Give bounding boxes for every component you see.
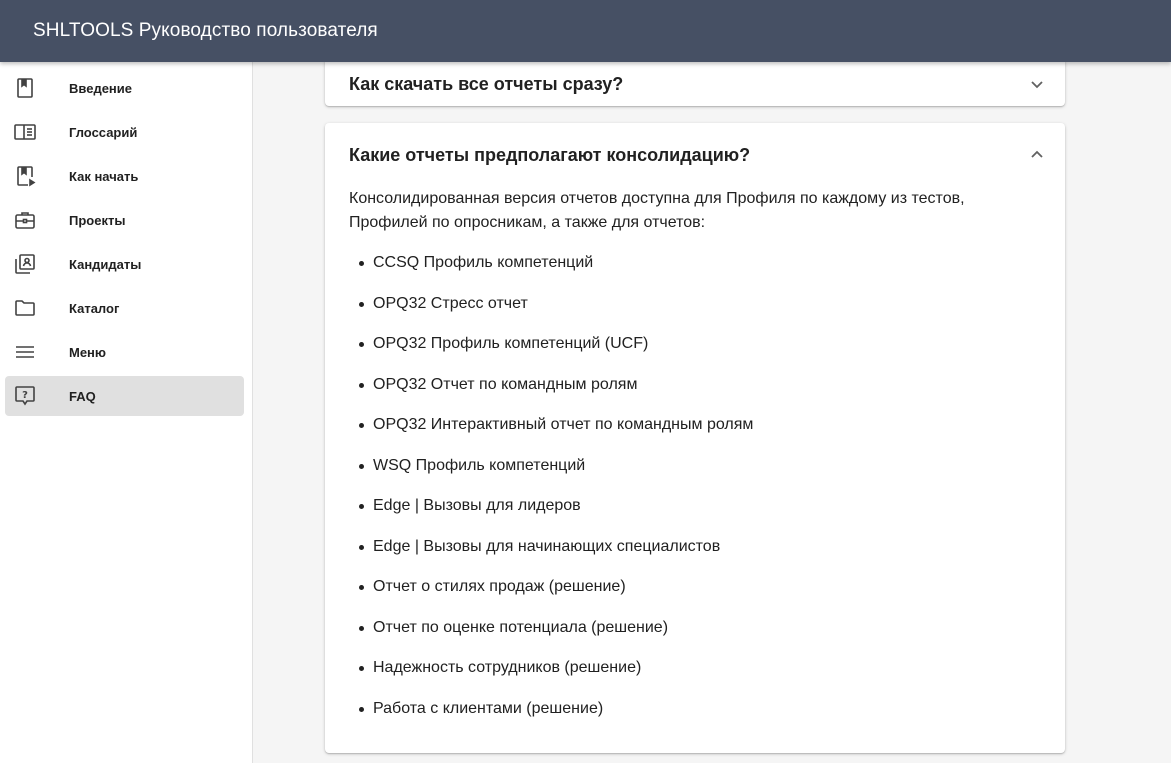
chevron-up-icon[interactable] [1025,143,1049,167]
list-item: OPQ32 Отчет по командным ролям [349,369,1041,410]
folder-icon [13,296,37,320]
faq-answer-intro: Консолидированная версия отчетов доступн… [349,190,965,231]
menu-icon [13,340,37,364]
list-item: CCSQ Профиль компетенций [349,247,1041,288]
report-list: CCSQ Профиль компетенций OPQ32 Стресс от… [349,247,1041,733]
faq-panel-header[interactable]: Какие отчеты предполагают консолидацию? [349,139,1043,171]
sidebar-item-intro[interactable]: Введение [5,68,244,108]
sidebar-item-label: Как начать [69,168,139,184]
list-item: Отчет по оценке потенциала (решение) [349,612,1041,653]
faq-answer: Консолидированная версия отчетов доступн… [349,187,1041,733]
list-item: Надежность сотрудников (решение) [349,652,1041,693]
app-title: SHLTOOLS Руководство пользователя [33,20,378,41]
list-item: WSQ Профиль компетенций [349,450,1041,491]
sidebar-item-label: Каталог [69,300,120,316]
sidebar-item-faq[interactable]: ? FAQ [5,376,244,416]
faq-question: Какие отчеты предполагают консолидацию? [349,144,751,165]
sidebar-item-catalog[interactable]: Каталог [5,288,244,328]
sidebar-item-label: Проекты [69,212,126,228]
list-item: Edge | Вызовы для лидеров [349,490,1041,531]
list-item: OPQ32 Профиль компетенций (UCF) [349,328,1041,369]
sidebar-item-projects[interactable]: Проекты [5,200,244,240]
svg-text:?: ? [22,390,28,401]
faq-panel-header[interactable]: Как скачать все отчеты сразу? [349,68,1043,100]
sidebar-item-label: Меню [69,344,107,360]
faq-content: Как скачать все отчеты сразу? Какие отче… [254,62,1171,763]
faq-question: Как скачать все отчеты сразу? [349,73,624,94]
briefcase-icon [13,208,37,232]
faq-panel-collapsed[interactable]: Как скачать все отчеты сразу? [325,62,1065,106]
sidebar: Введение Глоссарий Как начать Проекты Ка… [0,62,253,763]
list-item: Работа с клиентами (решение) [349,693,1041,734]
sidebar-item-label: Кандидаты [69,256,142,272]
sidebar-item-candidates[interactable]: Кандидаты [5,244,244,284]
chevron-down-icon[interactable] [1025,72,1049,96]
contacts-icon [13,252,37,276]
sidebar-item-label: Введение [69,80,132,96]
glossary-icon [13,120,37,144]
sidebar-item-glossary[interactable]: Глоссарий [5,112,244,152]
list-item: Edge | Вызовы для начинающих специалисто… [349,531,1041,572]
faq-icon: ? [13,384,37,408]
sidebar-item-getting-started[interactable]: Как начать [5,156,244,196]
faq-panel-expanded: Какие отчеты предполагают консолидацию? … [325,123,1065,753]
book-icon [13,76,37,100]
list-item: OPQ32 Интерактивный отчет по командным р… [349,409,1041,450]
list-item: Отчет о стилях продаж (решение) [349,571,1041,612]
app-header: SHLTOOLS Руководство пользователя [0,0,1171,62]
sidebar-item-menu[interactable]: Меню [5,332,244,372]
list-item: OPQ32 Стресс отчет [349,288,1041,329]
book-play-icon [13,164,37,188]
sidebar-item-label: Глоссарий [69,124,138,140]
sidebar-item-label: FAQ [69,388,96,404]
